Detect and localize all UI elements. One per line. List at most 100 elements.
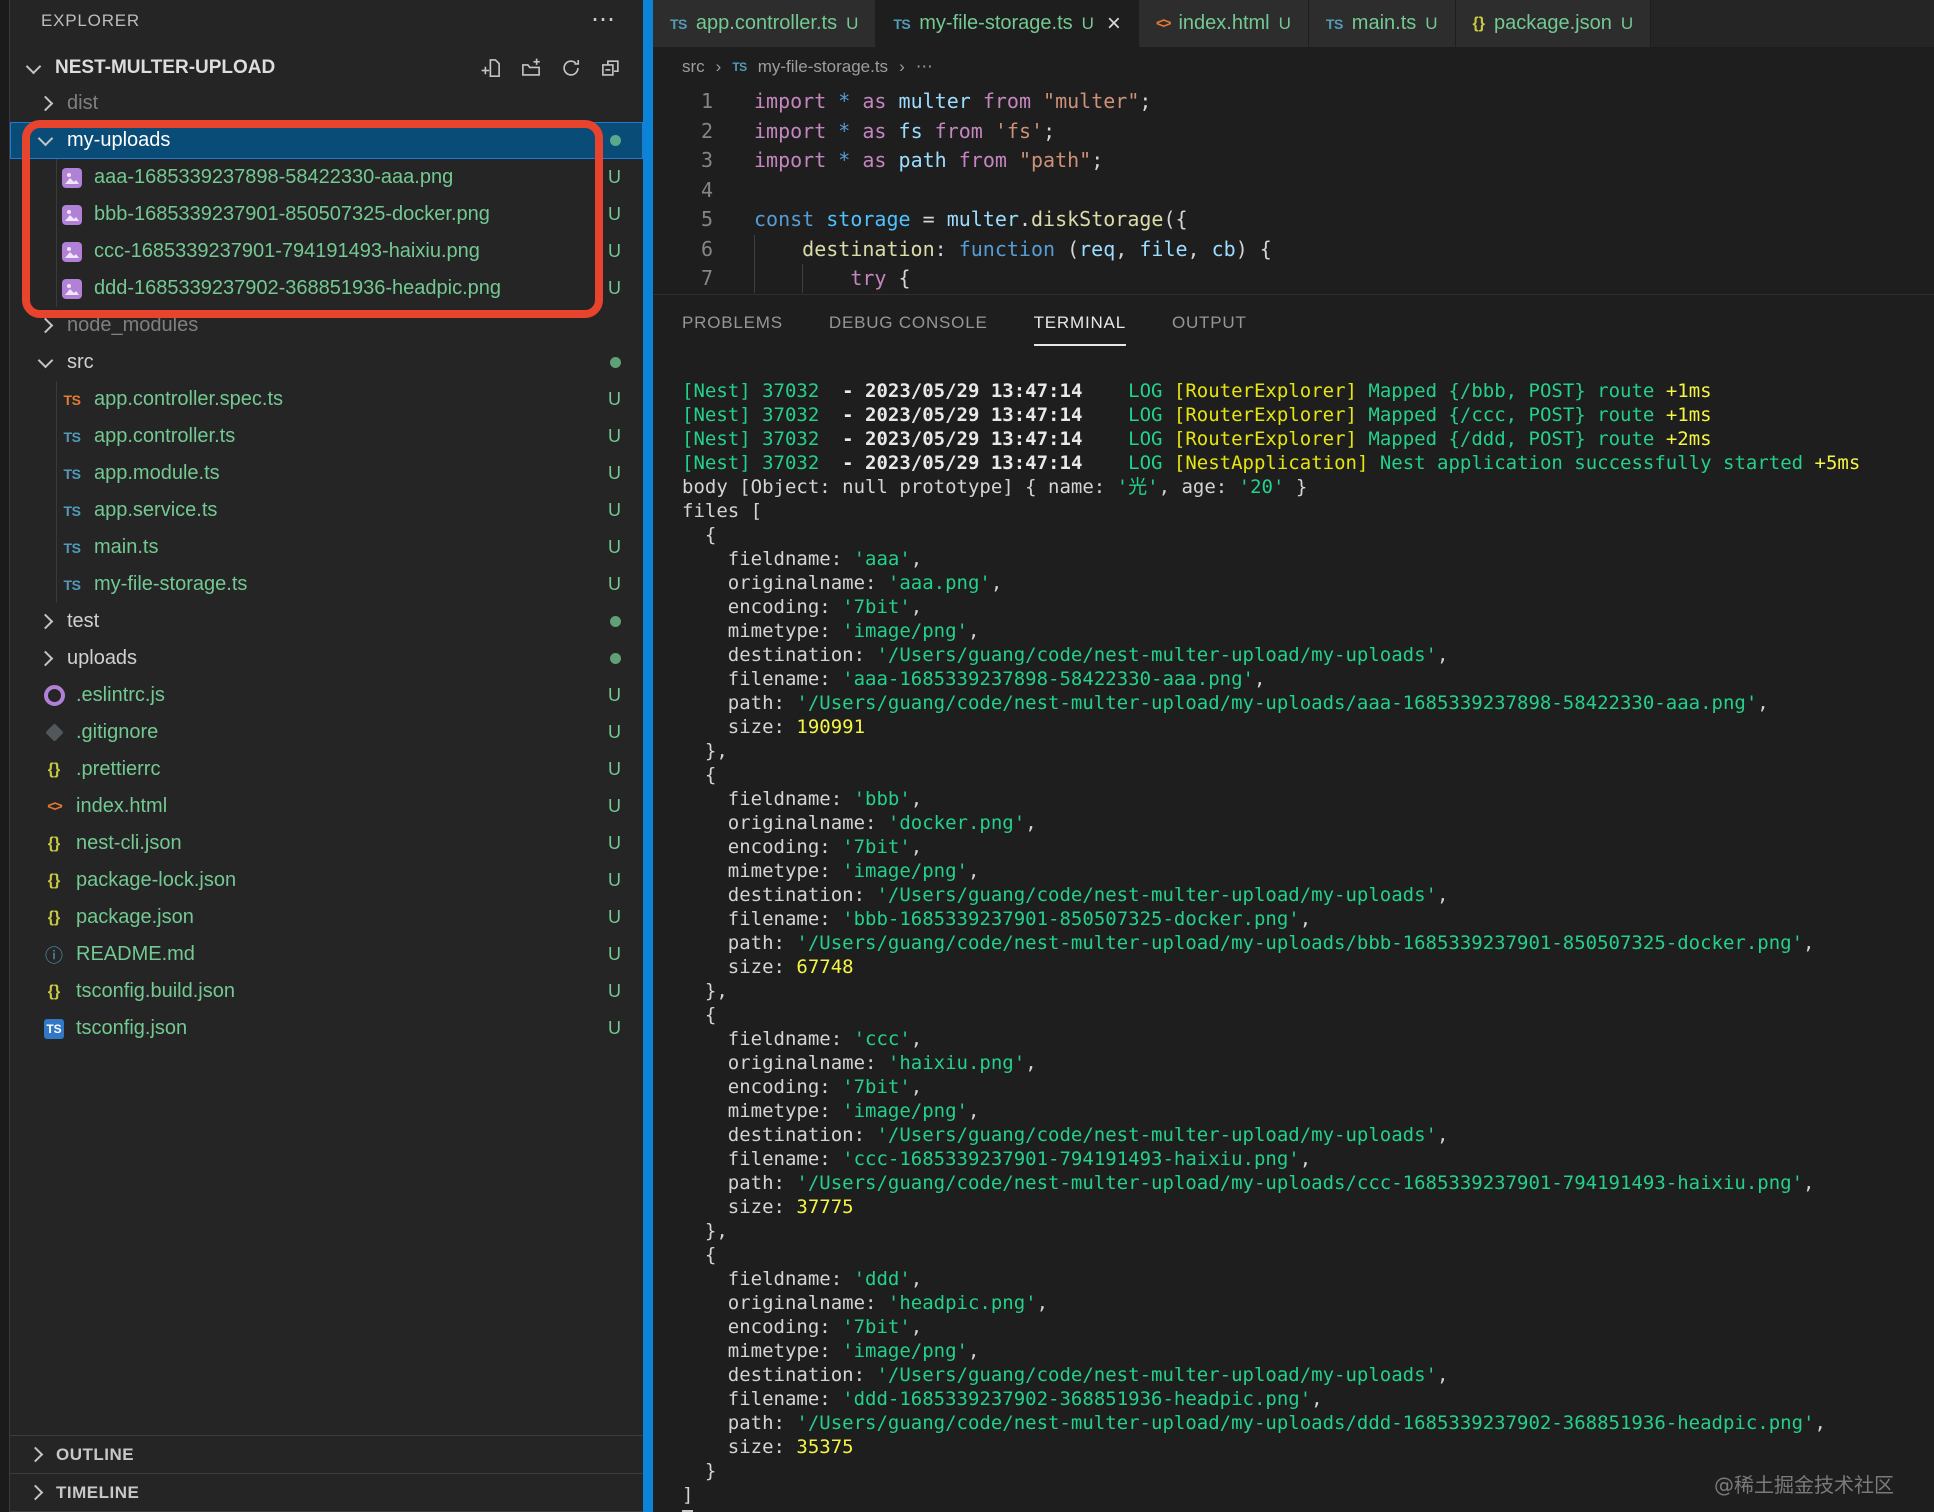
panel-tab-terminal[interactable]: TERMINAL: [1034, 313, 1126, 333]
image-file-icon: [58, 279, 86, 299]
git-untracked-badge: U: [608, 870, 621, 891]
panel-tab-debug-console[interactable]: DEBUG CONSOLE: [829, 313, 988, 333]
chevron-right-icon: [38, 318, 54, 334]
terminal-line: path: '/Users/guang/code/nest-multer-upl…: [682, 931, 1934, 955]
panel-tab-problems[interactable]: PROBLEMS: [682, 313, 783, 333]
tree-item-main.ts[interactable]: TSmain.tsU: [10, 529, 643, 566]
terminal-line: encoding: '7bit',: [682, 1075, 1934, 1099]
git-untracked-badge: U: [608, 907, 621, 928]
breadcrumb-separator-icon: ›: [716, 57, 722, 77]
tree-item-bbb-1685339237901-850507325-docker.png[interactable]: bbb-1685339237901-850507325-docker.pngU: [10, 196, 643, 233]
panel-tab-output[interactable]: OUTPUT: [1172, 313, 1247, 333]
section-header-timeline[interactable]: TIMELINE: [10, 1473, 643, 1511]
tree-item-package.json[interactable]: {}package.jsonU: [10, 899, 643, 936]
terminal-line: [Nest] 37032 - 2023/05/29 13:47:14 LOG […: [682, 427, 1934, 451]
tree-item-.gitignore[interactable]: .gitignoreU: [10, 714, 643, 751]
code-text: import * as multer from "multer";: [754, 87, 1151, 117]
tree-item-app.service.ts[interactable]: TSapp.service.tsU: [10, 492, 643, 529]
file-tree: distmy-uploadsaaa-1685339237898-58422330…: [10, 85, 643, 1047]
terminal-line: {: [682, 1003, 1934, 1027]
typescript-spec-file-icon: TS: [58, 392, 86, 408]
indent-guide: [56, 159, 57, 196]
chevron-down-icon: [38, 131, 54, 147]
tree-item-src[interactable]: src: [10, 344, 643, 381]
terminal-line: mimetype: 'image/png',: [682, 1099, 1934, 1123]
refresh-icon[interactable]: [561, 58, 581, 78]
git-untracked-badge: U: [608, 1018, 621, 1039]
tree-item-app.controller.ts[interactable]: TSapp.controller.tsU: [10, 418, 643, 455]
git-untracked-badge: U: [608, 500, 621, 521]
terminal-line: destination: '/Users/guang/code/nest-mul…: [682, 1123, 1934, 1147]
editor-tab-index.html[interactable]: <>index.htmlU: [1139, 0, 1309, 47]
tree-item-tsconfig.build.json[interactable]: {}tsconfig.build.jsonU: [10, 973, 643, 1010]
tree-item-label: tsconfig.json: [76, 1017, 187, 1040]
terminal-line: fieldname: 'aaa',: [682, 547, 1934, 571]
sidebar-bottom-sections: OUTLINETIMELINENPM SCRIPTS: [10, 1435, 643, 1512]
explorer-more-icon[interactable]: ⋯: [591, 0, 615, 42]
collapse-all-icon[interactable]: [601, 58, 621, 78]
terminal-line: size: 190991: [682, 715, 1934, 739]
tree-item-app.controller.spec.ts[interactable]: TSapp.controller.spec.tsU: [10, 381, 643, 418]
editor-tab-my-file-storage.ts[interactable]: TSmy-file-storage.tsU×: [876, 0, 1139, 47]
tab-label: my-file-storage.ts: [919, 12, 1072, 35]
line-number: 5: [653, 205, 713, 235]
image-file-icon: [58, 205, 86, 225]
tab-label: package.json: [1494, 12, 1612, 35]
tree-item-nest-cli.json[interactable]: {}nest-cli.jsonU: [10, 825, 643, 862]
tree-item-ddd-1685339237902-368851936-headpic.png[interactable]: ddd-1685339237902-368851936-headpic.pngU: [10, 270, 643, 307]
tab-bar: TSapp.controller.tsUTSmy-file-storage.ts…: [653, 0, 1934, 47]
json-file-icon: {}: [1473, 15, 1485, 33]
indent-guide: [56, 381, 57, 418]
tree-item-label: .gitignore: [76, 721, 158, 744]
chevron-right-icon: [28, 1485, 44, 1501]
tree-item-.prettierrc[interactable]: {}.prettierrcU: [10, 751, 643, 788]
tree-item-package-lock.json[interactable]: {}package-lock.jsonU: [10, 862, 643, 899]
terminal-line: [Nest] 37032 - 2023/05/29 13:47:14 LOG […: [682, 451, 1934, 475]
html-file-icon: <>: [40, 798, 68, 815]
chevron-down-icon: [26, 58, 42, 74]
terminal[interactable]: [Nest] 37032 - 2023/05/29 13:47:14 LOG […: [682, 379, 1934, 1512]
close-icon[interactable]: ×: [1107, 12, 1121, 36]
line-number: 4: [653, 176, 713, 206]
tree-item-dist[interactable]: dist: [10, 85, 643, 122]
project-section-header[interactable]: NEST-MULTER-UPLOAD: [10, 52, 643, 84]
section-header-outline[interactable]: OUTLINE: [10, 1435, 643, 1473]
tree-item-test[interactable]: test: [10, 603, 643, 640]
git-untracked-badge: U: [608, 759, 621, 780]
tree-item-uploads[interactable]: uploads: [10, 640, 643, 677]
editor-tab-main.ts[interactable]: TSmain.tsU: [1309, 0, 1456, 47]
editor-tab-package.json[interactable]: {}package.jsonU: [1456, 0, 1652, 47]
tree-item-node_modules[interactable]: node_modules: [10, 307, 643, 344]
tree-item-my-uploads[interactable]: my-uploads: [10, 122, 643, 159]
code-line: 2import * as fs from 'fs';: [653, 117, 1934, 147]
tree-item-label: my-file-storage.ts: [94, 573, 247, 596]
tree-item-README.md[interactable]: ⓘREADME.mdU: [10, 936, 643, 973]
terminal-line: [Nest] 37032 - 2023/05/29 13:47:14 LOG […: [682, 379, 1934, 403]
breadcrumb-separator-icon: ›: [899, 57, 905, 77]
new-folder-icon[interactable]: [521, 58, 541, 78]
terminal-line: filename: 'aaa-1685339237898-58422330-aa…: [682, 667, 1934, 691]
terminal-line: destination: '/Users/guang/code/nest-mul…: [682, 883, 1934, 907]
tree-item-label: aaa-1685339237898-58422330-aaa.png: [94, 166, 453, 189]
breadcrumb-item[interactable]: my-file-storage.ts: [758, 57, 888, 77]
tree-item-aaa-1685339237898-58422330-aaa.png[interactable]: aaa-1685339237898-58422330-aaa.pngU: [10, 159, 643, 196]
tree-item-index.html[interactable]: <>index.htmlU: [10, 788, 643, 825]
tree-item-tsconfig.json[interactable]: TStsconfig.jsonU: [10, 1010, 643, 1047]
watermark: @稀土掘金技术社区: [1714, 1469, 1894, 1498]
indent-guide: [802, 264, 803, 293]
terminal-line: size: 37775: [682, 1195, 1934, 1219]
indent-guide: [56, 418, 57, 455]
typescript-file-icon: TS: [58, 429, 86, 445]
terminal-line: [Nest] 37032 - 2023/05/29 13:47:14 LOG […: [682, 403, 1934, 427]
new-file-icon[interactable]: [481, 58, 501, 78]
tree-item-my-file-storage.ts[interactable]: TSmy-file-storage.tsU: [10, 566, 643, 603]
breadcrumb-more-icon[interactable]: ⋯: [916, 57, 933, 77]
code-editor[interactable]: 1import * as multer from "multer";2impor…: [653, 87, 1934, 293]
tree-item-.eslintrc.js[interactable]: .eslintrc.jsU: [10, 677, 643, 714]
breadcrumb-item[interactable]: src: [682, 57, 705, 77]
editor-tab-app.controller.ts[interactable]: TSapp.controller.tsU: [653, 0, 876, 47]
tree-item-app.module.ts[interactable]: TSapp.module.tsU: [10, 455, 643, 492]
tree-item-ccc-1685339237901-794191493-haixiu.png[interactable]: ccc-1685339237901-794191493-haixiu.pngU: [10, 233, 643, 270]
sidebar-resize-sash[interactable]: [643, 0, 653, 1512]
tree-item-label: app.controller.ts: [94, 425, 235, 448]
